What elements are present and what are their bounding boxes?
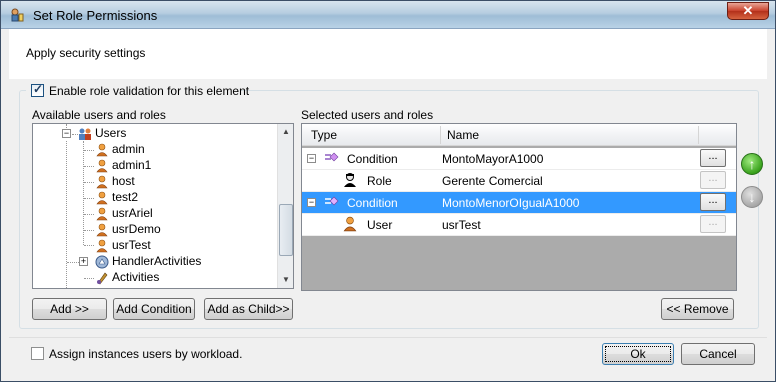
user-icon (96, 239, 108, 253)
tree-node-label: usrAriel (112, 206, 153, 220)
column-header-name[interactable]: Name (447, 128, 479, 142)
tree-node-user[interactable]: usrDemo (95, 221, 161, 237)
window-title: Set Role Permissions (33, 8, 158, 23)
remove-button[interactable]: << Remove (661, 298, 734, 320)
collapse-row-icon[interactable]: − (307, 198, 316, 207)
selected-label: Selected users and roles (301, 108, 434, 122)
tree-node-label: HandlerActivities (112, 254, 202, 268)
row-type: Condition (347, 196, 398, 210)
tree-node-label: admin1 (112, 158, 152, 172)
grid-row[interactable]: User usrTest ... (302, 214, 736, 236)
collapse-row-icon[interactable]: − (307, 154, 316, 163)
row-ellipsis-button[interactable]: ... (700, 171, 726, 189)
dialog-subtitle: Apply security settings (26, 46, 146, 60)
header-panel: Apply security settings (9, 29, 767, 79)
row-name: MontoMenorOIgualA1000 (442, 196, 580, 210)
tree-node-label: usrTest (112, 238, 151, 252)
condition-icon (325, 196, 339, 206)
tree-node-label: Users (95, 126, 127, 140)
grid-row[interactable]: − Condition MontoMayorA1000 ... (302, 148, 736, 170)
tree-node-label: host (112, 174, 135, 188)
handler-icon (95, 255, 109, 269)
user-icon (96, 175, 108, 189)
available-tree[interactable]: − Users admin admin1 host test2 usrAriel… (32, 123, 294, 289)
permissions-icon (11, 8, 24, 22)
column-header-type[interactable]: Type (311, 128, 337, 142)
available-label: Available users and roles (32, 108, 166, 122)
row-type: Role (367, 174, 392, 188)
add-condition-button[interactable]: Add Condition (113, 298, 195, 320)
row-name: usrTest (442, 218, 481, 232)
user-icon (343, 216, 357, 232)
tree-node-label: Activities (112, 270, 160, 284)
check-icon: ✓ (33, 82, 44, 96)
tree-scrollbar[interactable]: ▲ ▼ (277, 124, 293, 288)
scroll-down-icon[interactable]: ▼ (278, 272, 293, 288)
scroll-thumb[interactable] (279, 204, 293, 256)
validation-label: Enable role validation for this element (49, 84, 250, 98)
tree-node-users[interactable]: Users (78, 125, 126, 141)
role-icon (344, 173, 356, 187)
cancel-button[interactable]: Cancel (681, 343, 755, 365)
row-name: MontoMayorA1000 (442, 152, 544, 166)
validation-option: ✓ Enable role validation for this elemen… (26, 82, 249, 99)
user-icon (96, 159, 108, 173)
add-as-child-button[interactable]: Add as Child>> (204, 298, 293, 320)
tree-node-label: usrDemo (112, 222, 161, 236)
grid-header: Type Name (302, 124, 736, 146)
expand-handler-icon[interactable]: + (79, 257, 88, 266)
grid-row[interactable]: Role Gerente Comercial ... (302, 170, 736, 192)
grid-row-selected[interactable]: − Condition MontoMenorOIgualA1000 ... (302, 192, 736, 214)
user-icon (96, 143, 108, 157)
set-role-permissions-dialog: Set Role Permissions ✕ Apply security se… (0, 0, 776, 382)
row-ellipsis-button[interactable]: ... (700, 149, 726, 167)
move-down-icon[interactable]: ↓ (741, 186, 763, 208)
workload-checkbox[interactable] (31, 347, 44, 360)
ok-button[interactable]: Ok (602, 343, 674, 365)
tree-node-activities[interactable]: Activities (95, 269, 159, 285)
workload-label: Assign instances users by workload. (49, 347, 243, 361)
tree-node-user[interactable]: usrAriel (95, 205, 153, 221)
tree-node-user[interactable]: host (95, 173, 135, 189)
row-name: Gerente Comercial (442, 174, 543, 188)
condition-icon (325, 152, 339, 162)
tree-node-user[interactable]: usrTest (95, 237, 151, 253)
user-icon (96, 223, 108, 237)
user-icon (96, 191, 108, 205)
tree-node-label: test2 (112, 190, 139, 204)
tree-node-user[interactable]: admin1 (95, 157, 151, 173)
row-ellipsis-button[interactable]: ... (700, 215, 726, 233)
user-icon (96, 207, 108, 221)
move-up-icon[interactable]: ↑ (741, 153, 763, 175)
activities-icon (97, 272, 108, 285)
scroll-up-icon[interactable]: ▲ (278, 124, 293, 140)
users-group-icon (79, 128, 91, 140)
row-ellipsis-button[interactable]: ... (700, 193, 726, 211)
tree-node-handler-activities[interactable]: HandlerActivities (95, 253, 201, 269)
tree-node-user[interactable]: test2 (95, 189, 138, 205)
selected-grid[interactable]: Type Name − Condition MontoMayorA1000 ..… (301, 123, 737, 291)
validation-checkbox[interactable]: ✓ (31, 82, 44, 97)
footer-divider (9, 337, 767, 338)
add-button[interactable]: Add >> (32, 298, 107, 320)
tree-node-label: admin (112, 142, 145, 156)
close-button[interactable]: ✕ (727, 2, 769, 20)
row-type: User (367, 218, 393, 232)
title-bar[interactable]: Set Role Permissions ✕ (1, 1, 775, 29)
tree-node-user[interactable]: admin (95, 141, 145, 157)
collapse-users-icon[interactable]: − (62, 129, 71, 138)
row-type: Condition (347, 152, 398, 166)
